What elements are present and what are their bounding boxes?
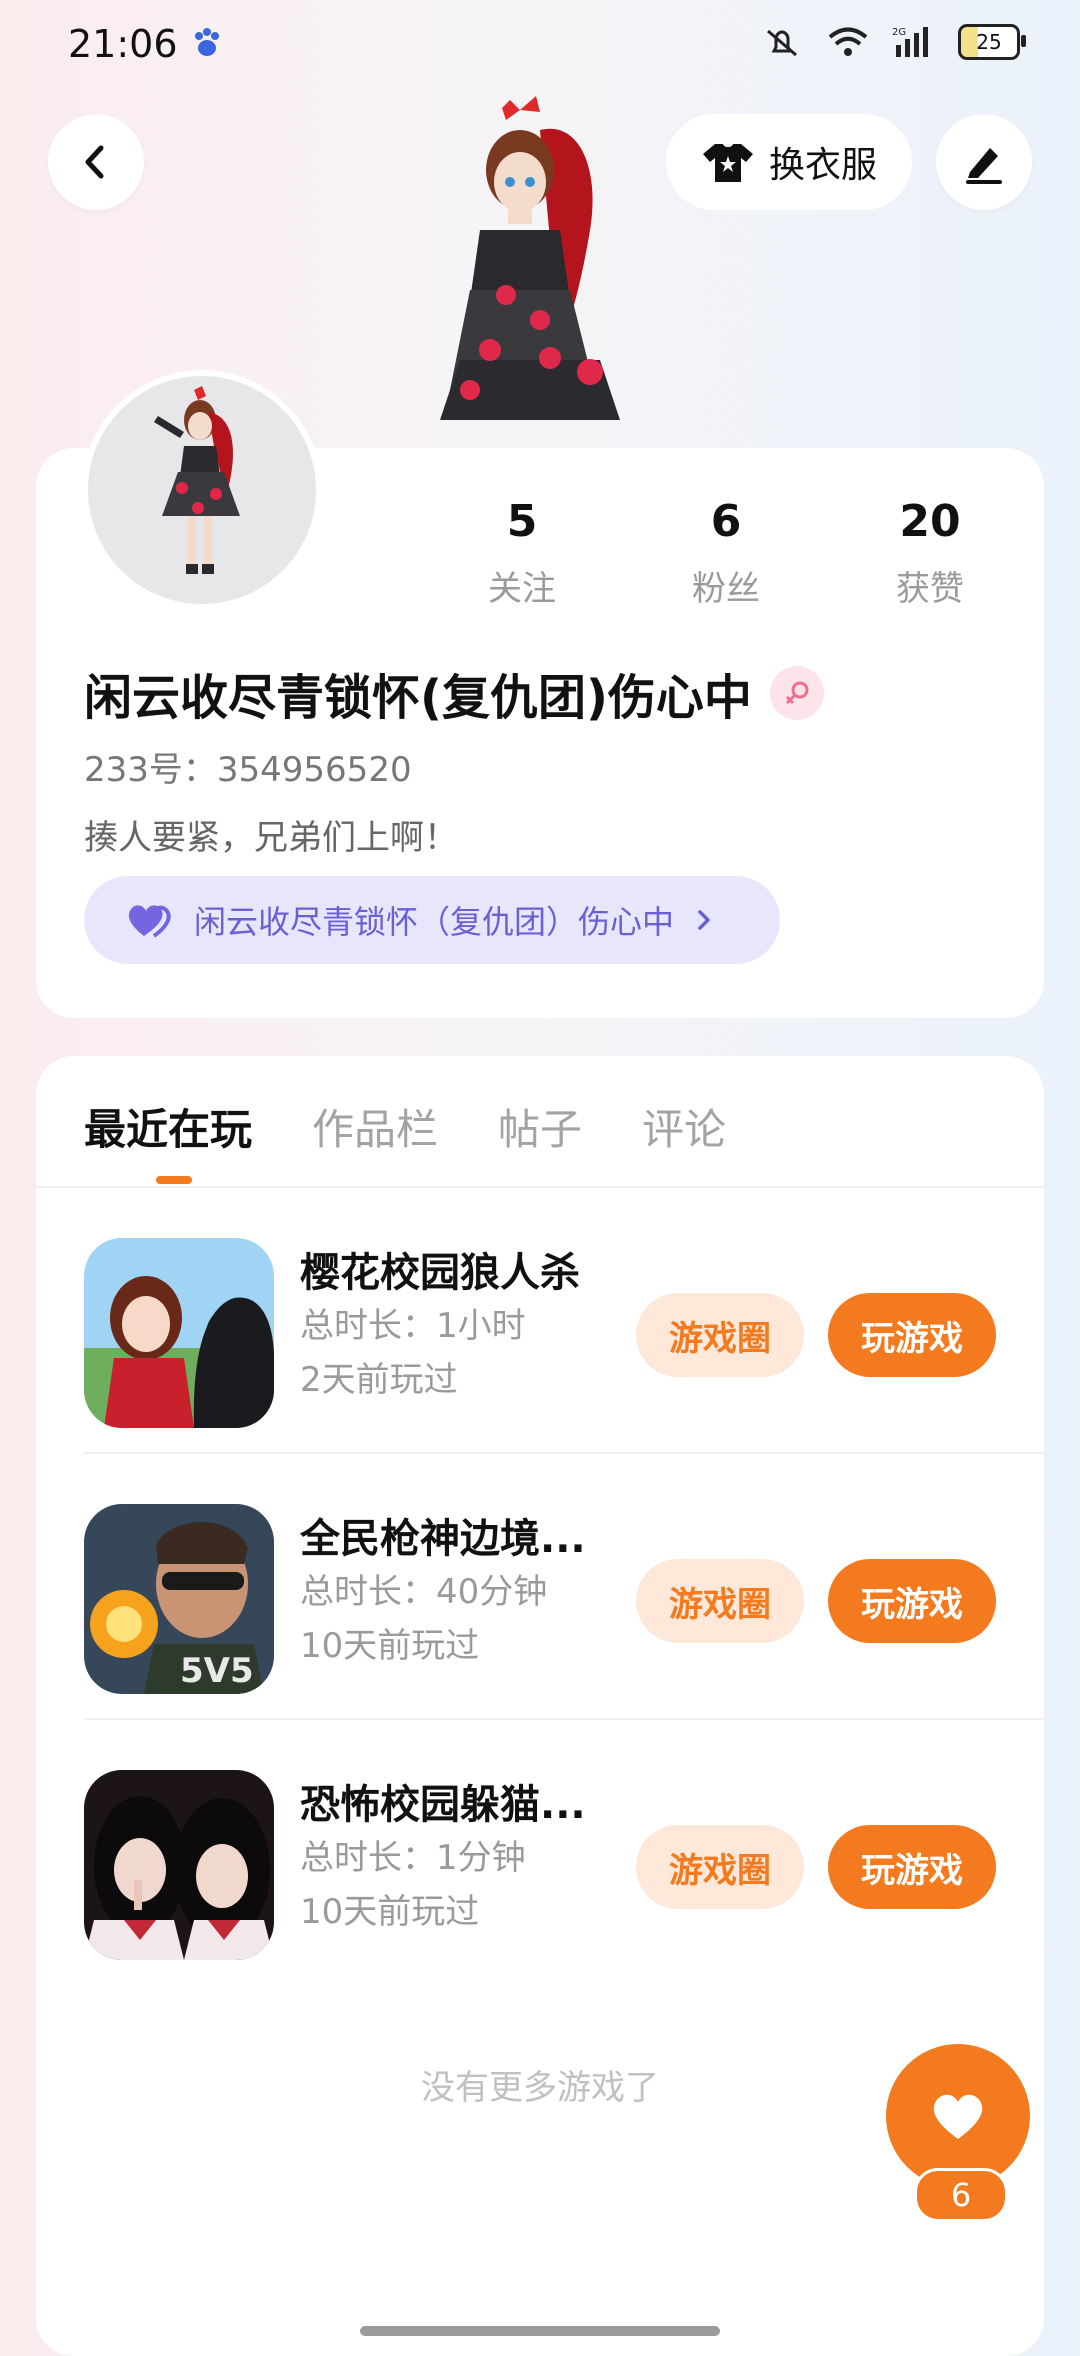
user-name: 闲云收尽青锁怀(复仇团)伤心中 bbox=[84, 670, 752, 726]
chevron-right-icon bbox=[698, 910, 710, 930]
svg-text:5V5: 5V5 bbox=[180, 1651, 254, 1691]
game-icon-gunner[interactable]: 5V5 bbox=[84, 1504, 274, 1694]
stat-fans[interactable]: 6 粉丝 bbox=[656, 496, 796, 610]
heart-icon bbox=[933, 2094, 983, 2139]
game-duration: 总时长：40分钟 bbox=[300, 1572, 548, 1612]
game-title: 全民枪神边境... bbox=[300, 1516, 586, 1562]
user-bio: 揍人要紧，兄弟们上啊！ bbox=[84, 818, 458, 858]
group-link[interactable]: 闲云收尽青锁怀（复仇团）伤心中 bbox=[84, 876, 780, 964]
tab-indicator bbox=[156, 1176, 192, 1184]
tshirt-icon bbox=[702, 144, 753, 182]
wifi-icon bbox=[828, 27, 868, 56]
group-label: 闲云收尽青锁怀（复仇团）伤心中 bbox=[194, 903, 675, 941]
play-game-button[interactable]: 玩游戏 bbox=[828, 1559, 996, 1643]
stat-likes[interactable]: 20 获赞 bbox=[860, 496, 1000, 610]
stat-following[interactable]: 5 关注 bbox=[452, 496, 592, 610]
pencil-icon bbox=[966, 148, 1002, 184]
avatar-character-large[interactable] bbox=[410, 90, 670, 450]
signal-icon: 2G bbox=[892, 27, 928, 57]
game-last-played: 10天前玩过 bbox=[300, 1892, 480, 1932]
status-time: 21:06 bbox=[68, 22, 178, 66]
tab-works[interactable]: 作品栏 bbox=[312, 1096, 438, 1157]
home-indicator[interactable] bbox=[360, 2326, 720, 2336]
game-circle-button[interactable]: 游戏圈 bbox=[636, 1293, 804, 1377]
female-gender-icon bbox=[769, 666, 824, 720]
game-icon-sakura[interactable] bbox=[84, 1238, 274, 1428]
game-circle-button[interactable]: 游戏圈 bbox=[636, 1825, 804, 1909]
name-row: 闲云收尽青锁怀(复仇团)伤心中 bbox=[84, 658, 824, 728]
avatar-character-small bbox=[154, 386, 240, 574]
back-button[interactable] bbox=[48, 114, 144, 210]
battery-level: 25 bbox=[976, 30, 1002, 54]
double-heart-icon bbox=[128, 905, 171, 938]
tab-bar: 最近在玩 作品栏 帖子 评论 bbox=[84, 1096, 726, 1157]
edit-profile-button[interactable] bbox=[936, 114, 1032, 210]
game-row[interactable]: 5V5 全民枪神边境... 总时长：40分钟 10天前玩过 游戏圈 玩游戏 bbox=[84, 1454, 1044, 1720]
mute-bell-icon bbox=[767, 29, 797, 57]
play-game-button[interactable]: 玩游戏 bbox=[828, 1293, 996, 1377]
chevron-left-icon bbox=[85, 145, 104, 179]
like-count-badge: 6 bbox=[914, 2168, 1008, 2222]
change-outfit-button[interactable]: 换衣服 bbox=[666, 114, 912, 210]
tab-recent[interactable]: 最近在玩 bbox=[84, 1096, 252, 1157]
game-row[interactable]: 恐怖校园躲猫... 总时长：1分钟 10天前玩过 游戏圈 玩游戏 bbox=[84, 1720, 1044, 1986]
stat-likes-label: 获赞 bbox=[896, 569, 964, 609]
avatar[interactable] bbox=[82, 370, 322, 610]
game-icon-horror-school[interactable] bbox=[84, 1770, 274, 1960]
game-last-played: 2天前玩过 bbox=[300, 1360, 458, 1400]
game-last-played: 10天前玩过 bbox=[300, 1626, 480, 1666]
svg-text:2G: 2G bbox=[892, 27, 906, 38]
game-title: 恐怖校园躲猫... bbox=[300, 1782, 586, 1828]
tab-posts[interactable]: 帖子 bbox=[498, 1096, 582, 1157]
game-duration: 总时长：1分钟 bbox=[300, 1838, 526, 1878]
stat-following-value: 5 bbox=[506, 496, 538, 547]
game-duration: 总时长：1小时 bbox=[300, 1306, 526, 1346]
game-row[interactable]: 樱花校园狼人杀 总时长：1小时 2天前玩过 游戏圈 玩游戏 bbox=[84, 1188, 1044, 1454]
user-id: 233号：354956520 bbox=[84, 750, 412, 790]
status-bar: 21:06 2G 25 bbox=[0, 0, 1080, 96]
games-card: 最近在玩 作品栏 帖子 评论 樱花校园狼人杀 总时长：1小时 2天前玩过 游戏圈… bbox=[36, 1056, 1044, 2356]
stat-fans-value: 6 bbox=[710, 496, 742, 547]
stat-likes-value: 20 bbox=[899, 496, 961, 547]
game-circle-button[interactable]: 游戏圈 bbox=[636, 1559, 804, 1643]
status-icons: 2G 25 bbox=[760, 24, 1026, 60]
tab-comments[interactable]: 评论 bbox=[642, 1096, 726, 1157]
stat-following-label: 关注 bbox=[488, 569, 556, 609]
stat-fans-label: 粉丝 bbox=[692, 569, 760, 609]
change-outfit-label: 换衣服 bbox=[768, 145, 877, 186]
game-title: 樱花校园狼人杀 bbox=[300, 1250, 580, 1296]
play-game-button[interactable]: 玩游戏 bbox=[828, 1825, 996, 1909]
baidu-paw-icon bbox=[195, 28, 219, 56]
like-button[interactable] bbox=[886, 2044, 1030, 2188]
battery-icon: 25 bbox=[958, 24, 1026, 60]
